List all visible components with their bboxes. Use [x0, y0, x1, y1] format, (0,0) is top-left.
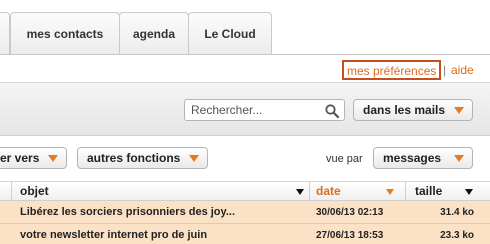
message-date: 27/06/13 18:53	[316, 230, 384, 241]
tab-mes-contacts[interactable]: mes contacts	[10, 12, 120, 55]
move-to-dropdown[interactable]: er vers	[0, 147, 67, 169]
tab-le-cloud[interactable]: Le Cloud	[188, 12, 272, 55]
search-box	[184, 99, 345, 121]
sort-down-icon[interactable]	[296, 189, 304, 195]
sort-down-icon[interactable]	[386, 189, 394, 195]
table-row[interactable]: votre newsletter internet pro de juin 27…	[0, 224, 490, 244]
sort-down-icon[interactable]	[465, 189, 473, 195]
tab-agenda[interactable]: agenda	[119, 12, 189, 55]
message-subject: votre newsletter internet pro de juin	[20, 229, 208, 241]
select-column-header[interactable]	[0, 182, 12, 201]
tab-label: mes contacts	[26, 27, 104, 41]
date-column-label: date	[316, 184, 341, 198]
search-bar: dans les mails	[0, 82, 490, 136]
message-date: 30/06/13 02:13	[316, 207, 384, 218]
tab-previous-partial[interactable]	[0, 12, 10, 55]
search-scope-label: dans les mails	[363, 103, 446, 117]
other-functions-dropdown[interactable]: autres fonctions	[77, 147, 208, 169]
chevron-down-icon	[189, 155, 199, 162]
search-input[interactable]	[191, 102, 321, 118]
help-link[interactable]: aide	[451, 63, 474, 77]
search-icon[interactable]	[324, 103, 340, 119]
chevron-down-icon	[454, 155, 464, 162]
size-column-label: taille	[415, 184, 443, 198]
view-by-label: vue par	[326, 153, 363, 165]
links-separator: |	[443, 63, 447, 77]
subject-column-header[interactable]: objet	[13, 182, 310, 201]
message-size: 31.4 ko	[440, 207, 474, 218]
chevron-down-icon	[48, 155, 58, 162]
move-to-label: er vers	[0, 151, 40, 165]
other-functions-label: autres fonctions	[87, 151, 181, 165]
chevron-down-icon	[454, 107, 464, 114]
view-mode-label: messages	[383, 151, 442, 165]
date-column-header[interactable]: date	[311, 182, 406, 201]
message-subject: Libérez les sorciers prisonniers des joy…	[20, 206, 235, 218]
tab-label: agenda	[132, 27, 175, 41]
mail-panel: mes préférences | aide dans les mails er…	[0, 54, 490, 244]
size-column-header[interactable]: taille	[407, 182, 490, 201]
mail-toolbar: er vers autres fonctions vue par message…	[0, 136, 490, 182]
subject-column-label: objet	[20, 184, 49, 198]
search-scope-dropdown[interactable]: dans les mails	[353, 99, 473, 121]
view-mode-dropdown[interactable]: messages	[373, 147, 473, 169]
table-row[interactable]: Libérez les sorciers prisonniers des joy…	[0, 201, 490, 224]
top-links-row: mes préférences | aide	[0, 55, 490, 82]
main-tab-bar: mes contacts agenda Le Cloud	[0, 0, 490, 55]
preferences-link[interactable]: mes préférences	[342, 60, 442, 80]
message-list-header: objet date taille	[0, 182, 490, 201]
message-size: 23.3 ko	[440, 230, 474, 241]
tab-label: Le Cloud	[204, 27, 256, 41]
